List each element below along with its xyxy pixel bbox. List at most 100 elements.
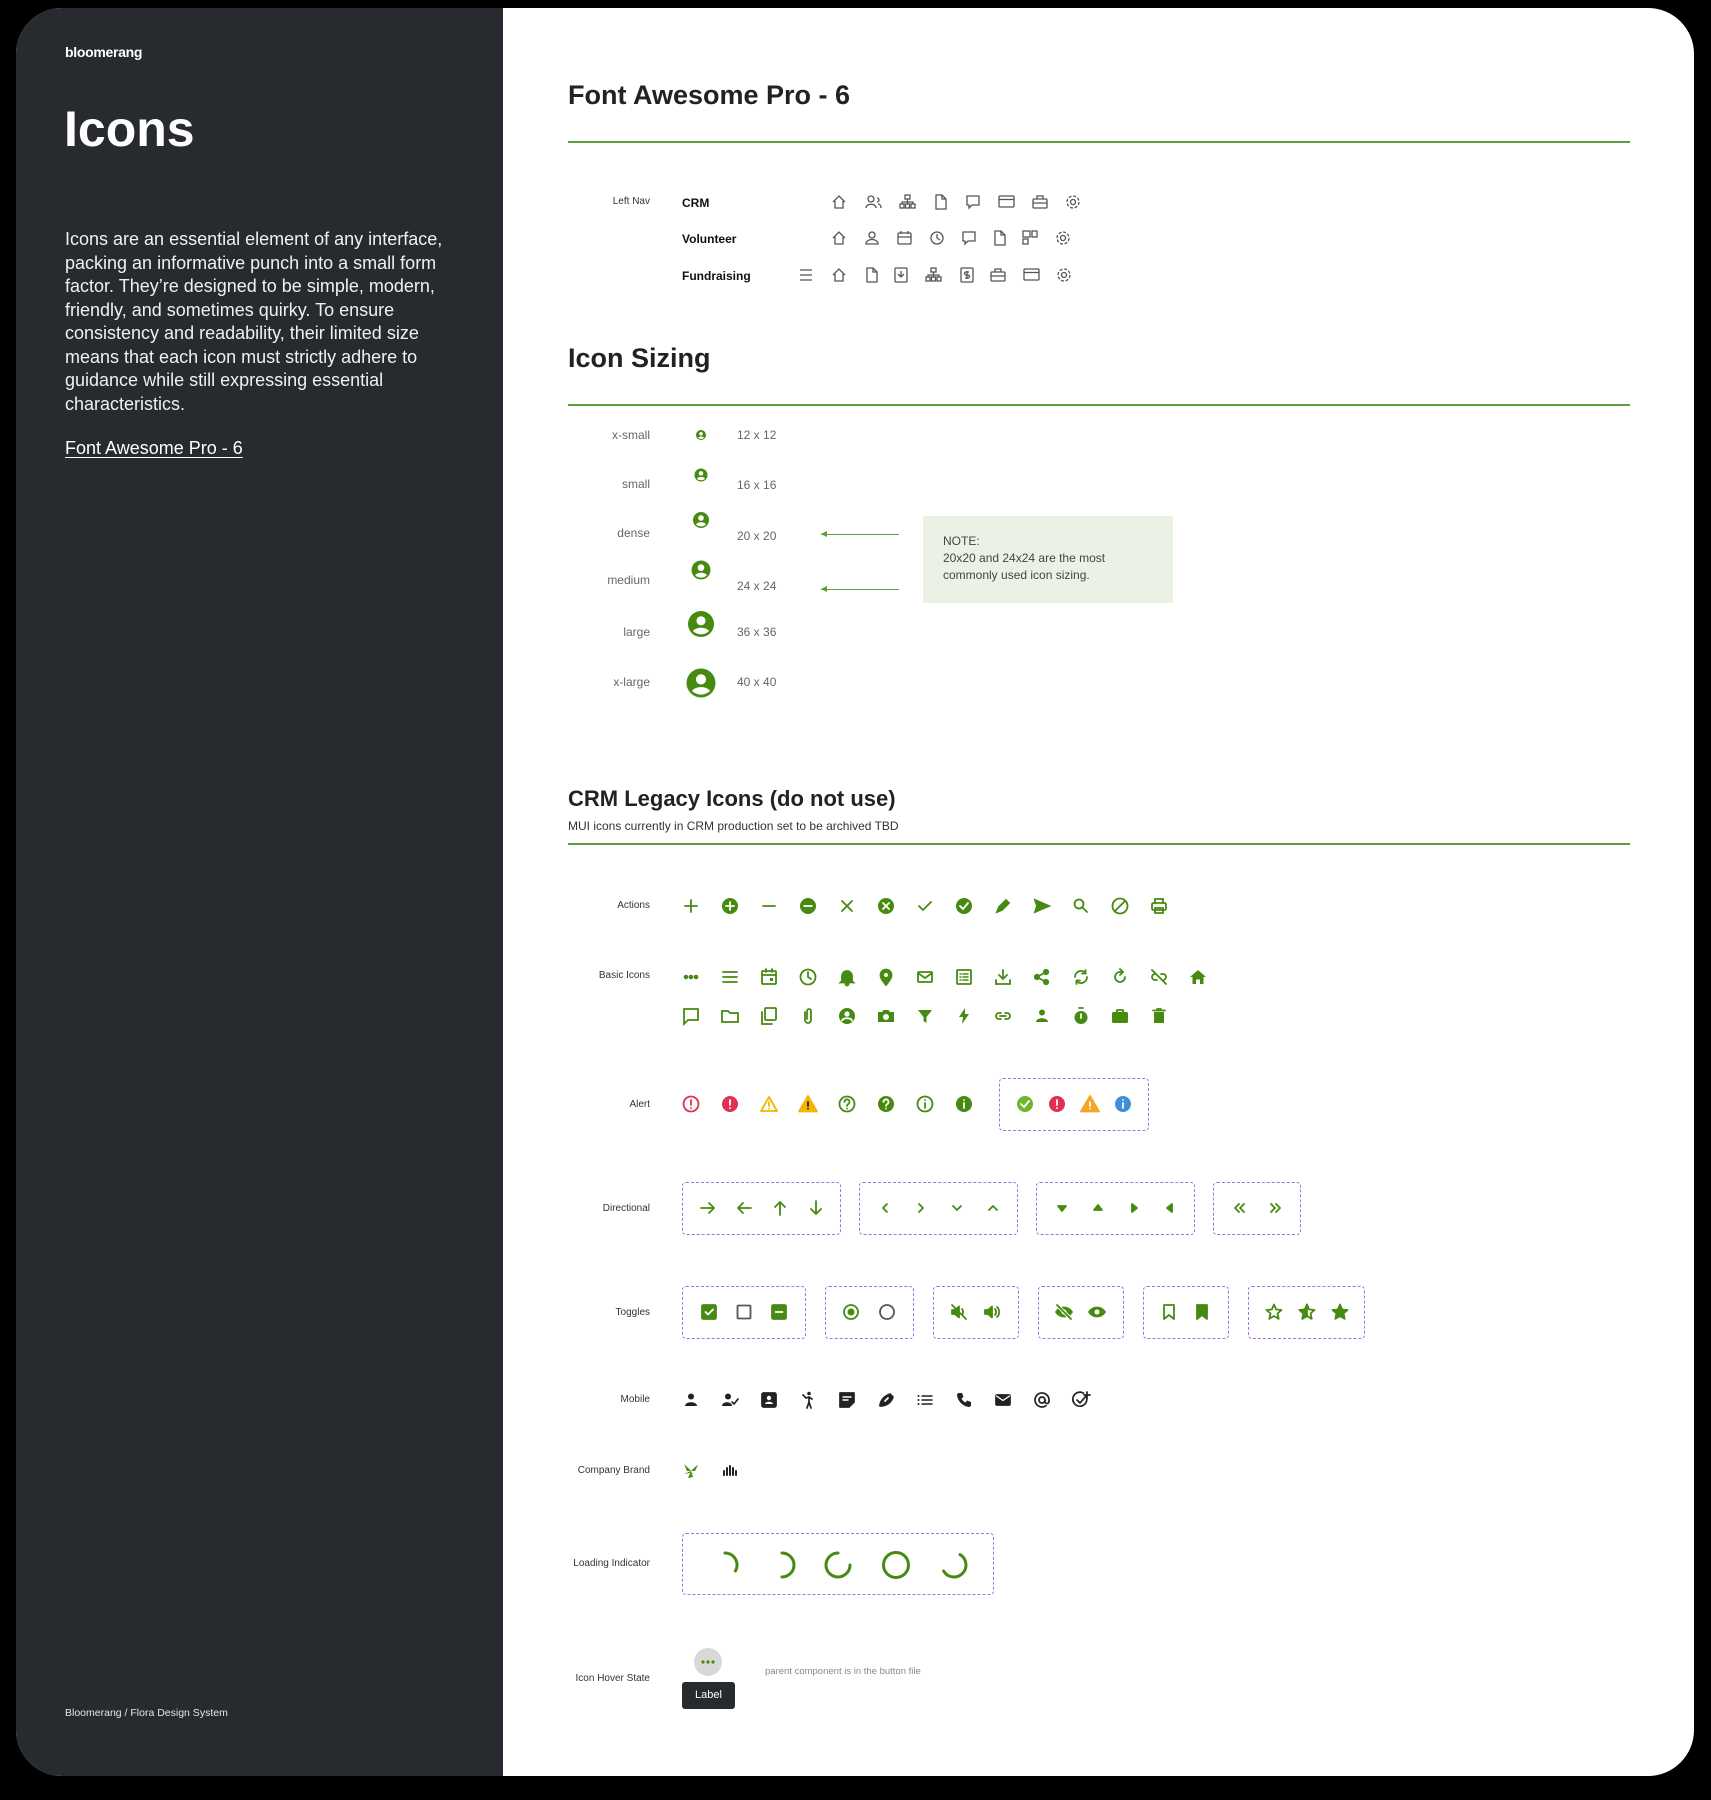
sizing-note: NOTE: 20x20 and 24x24 are the most commo… [923, 516, 1173, 603]
search-icon [1073, 898, 1088, 913]
star-icon [1331, 1303, 1349, 1320]
chevron-down-icon [952, 1205, 962, 1211]
sync-icon [1074, 969, 1088, 985]
directional-icons [700, 1200, 1281, 1216]
file-import-icon [894, 267, 908, 283]
plus-icon [684, 899, 698, 913]
arrow-downward-icon [810, 1200, 822, 1215]
visibility-icon [1088, 1306, 1106, 1318]
size-dimension: 40 x 40 [737, 675, 777, 689]
basic-icons-row-2 [683, 1007, 1166, 1027]
folder-icon [721, 1010, 739, 1023]
info-outline-icon [916, 1095, 934, 1113]
arrow-upward-icon [774, 1201, 786, 1216]
more-horiz-icon [701, 1660, 715, 1664]
print-icon [1151, 898, 1167, 914]
link-icon [995, 1012, 1011, 1020]
list-icon [917, 1395, 933, 1405]
size-dimension: 16 x 16 [737, 478, 777, 492]
menu-icon [800, 269, 812, 281]
brand-logo: bloomerang [65, 44, 143, 60]
mobile-icons [685, 1391, 1091, 1409]
brand-icons [684, 1464, 737, 1479]
contact-card-icon [761, 1392, 777, 1408]
list-alt-icon [956, 969, 972, 985]
layout-icon [1022, 230, 1038, 245]
dollar-icon [960, 267, 974, 283]
warning-icon [798, 1095, 818, 1113]
size-dimension: 36 x 36 [737, 625, 777, 639]
chat-bubble-icon [683, 1008, 699, 1027]
hover-note: parent component is in the button file [765, 1666, 921, 1677]
section-divider [568, 141, 1630, 143]
user-icon [865, 231, 879, 245]
mail-icon [995, 1394, 1011, 1406]
bookmark-border-icon [1163, 1304, 1175, 1320]
person-icon [1036, 1009, 1048, 1022]
cancel-icon [878, 898, 894, 914]
size-label: dense [617, 526, 650, 540]
account-circle-icon [839, 1008, 855, 1024]
help-outline-icon [838, 1095, 856, 1113]
error-outline-icon [682, 1095, 700, 1113]
crm-nav-icons [832, 194, 1080, 210]
star-half-icon [1298, 1303, 1316, 1320]
group-label-toggles: Toggles [615, 1307, 650, 1318]
filter-icon [918, 1010, 932, 1023]
camera-icon [878, 1010, 894, 1022]
group-label-mobile: Mobile [620, 1394, 650, 1405]
block-icon [1111, 897, 1129, 915]
link-off-icon [1151, 969, 1167, 985]
fundraising-nav-icons [800, 267, 1071, 283]
section-divider [568, 843, 1630, 845]
tooltip-label: Label [682, 1682, 735, 1709]
intro-text: Icons are an essential element of any in… [65, 229, 443, 414]
delete-icon [1152, 1008, 1166, 1023]
timer-icon [1074, 1007, 1088, 1024]
sidebar-panel: bloomerang Icons Icons are an essential … [16, 8, 503, 1776]
attach-icon [804, 1008, 812, 1024]
volume-up-icon [984, 1305, 1001, 1319]
mail-icon [917, 971, 933, 983]
checkbox-checked-icon [701, 1304, 717, 1320]
alert-icons [682, 1095, 972, 1113]
size-label: x-large [613, 675, 650, 689]
alert-status-icons [1017, 1095, 1131, 1113]
bell-icon [838, 970, 856, 987]
chevron-left-icon [882, 1203, 888, 1213]
section-title-legacy: CRM Legacy Icons (do not use) [568, 786, 896, 811]
nav-row-volunteer-label: Volunteer [682, 232, 737, 246]
sizing-icons [686, 430, 716, 698]
spinner-icon [780, 1551, 796, 1579]
file-icon [935, 194, 947, 210]
error-icon [1049, 1096, 1065, 1112]
arrow-back-icon [737, 1202, 752, 1214]
help-icon [878, 1096, 894, 1112]
note-body: 20x20 and 24x24 are the most commonly us… [943, 551, 1106, 582]
size-label: small [621, 477, 650, 491]
warning-icon [1080, 1095, 1100, 1113]
share-icon [1033, 968, 1050, 986]
checkbox-empty-icon [736, 1304, 752, 1320]
house-icon [832, 195, 846, 209]
actions-icons [684, 897, 1167, 915]
size-label: medium [607, 573, 650, 587]
hover-icon-button[interactable] [694, 1648, 722, 1676]
task-add-icon [1072, 1391, 1091, 1408]
font-awesome-link[interactable]: Font Awesome Pro - 6 [65, 438, 243, 459]
group-label-loading: Loading Indicator [573, 1558, 650, 1569]
group-label-alert: Alert [629, 1099, 650, 1110]
chevron-up-icon [988, 1205, 998, 1211]
group-label-basic: Basic Icons [598, 970, 650, 981]
basic-icons-row-1 [683, 968, 1206, 987]
brush-icon [879, 1393, 894, 1407]
house-icon [832, 231, 846, 245]
send-icon [1033, 898, 1052, 914]
phone-icon [957, 1393, 971, 1407]
volunteer-icon [802, 1391, 813, 1409]
visibility-off-icon [1055, 1303, 1073, 1321]
warning-outline-icon [760, 1096, 778, 1112]
remove-circle-icon [800, 898, 816, 914]
account-circle-icon [691, 560, 711, 580]
volunteer-nav-icons [832, 230, 1070, 246]
